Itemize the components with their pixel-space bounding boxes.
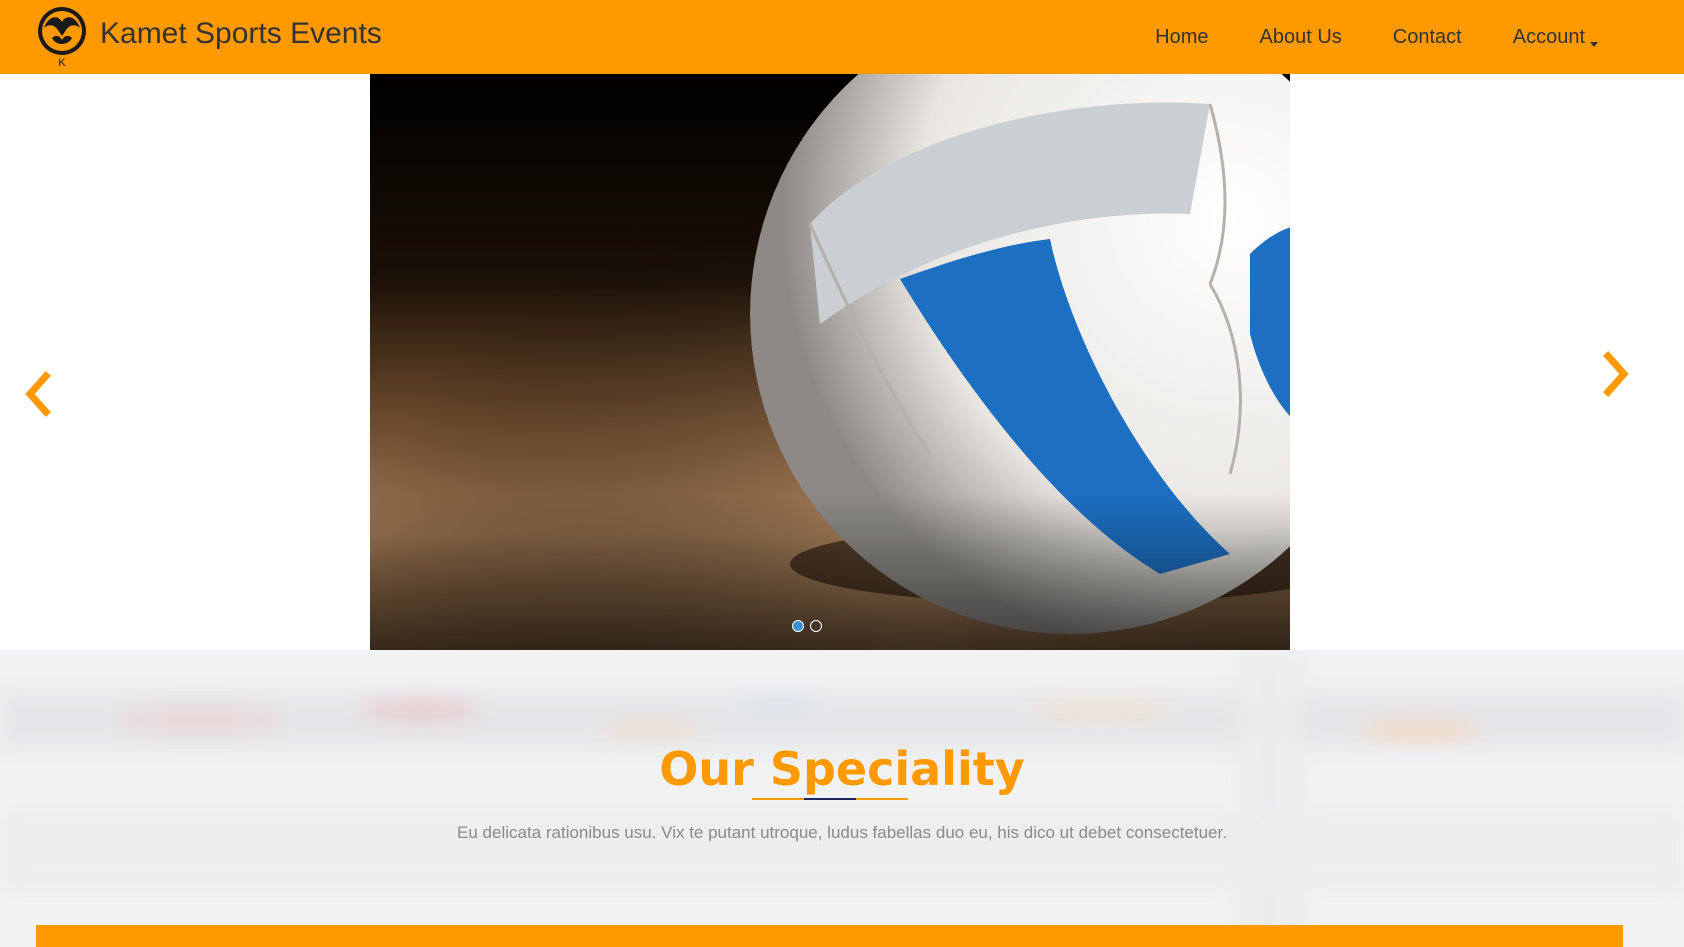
chevron-left-icon [25, 371, 51, 417]
content-banner [36, 925, 1623, 947]
nav-contact-link[interactable]: Contact [1393, 27, 1462, 47]
volleyball-image [370, 74, 1290, 650]
title-underline-middle [804, 798, 856, 800]
brand-logo-icon: K [34, 6, 92, 68]
caret-down-icon [1590, 42, 1598, 47]
title-underline-left [752, 798, 804, 800]
carousel-indicators [792, 620, 822, 632]
brand-logo-letter: K [58, 57, 66, 68]
main-nav: Home About Us Contact Account [1104, 0, 1598, 74]
carousel-prev-button[interactable] [20, 370, 60, 418]
nav-about-link[interactable]: About Us [1260, 27, 1342, 47]
brand-name: Kamet Sports Events [100, 17, 382, 50]
top-navbar: K Kamet Sports Events Home About Us Cont… [0, 0, 1684, 74]
nav-account-dropdown[interactable]: Account [1513, 27, 1598, 47]
section-title: Our Speciality [659, 742, 1025, 796]
chevron-right-icon [1603, 351, 1629, 397]
brand-link[interactable]: K Kamet Sports Events [34, 6, 382, 68]
nav-account-label: Account [1512, 26, 1585, 48]
carousel-indicator-1[interactable] [792, 620, 804, 632]
carousel-slide-image [370, 74, 1290, 650]
nav-home-link[interactable]: Home [1155, 27, 1208, 47]
carousel-next-button[interactable] [1594, 350, 1634, 398]
carousel-indicator-2[interactable] [810, 620, 822, 632]
hero-carousel [0, 74, 1684, 650]
section-subtitle: Eu delicata rationibus usu. Vix te putan… [457, 823, 1227, 842]
title-underline-right [856, 798, 908, 800]
speciality-section: Our Speciality Eu delicata rationibus us… [0, 650, 1684, 947]
